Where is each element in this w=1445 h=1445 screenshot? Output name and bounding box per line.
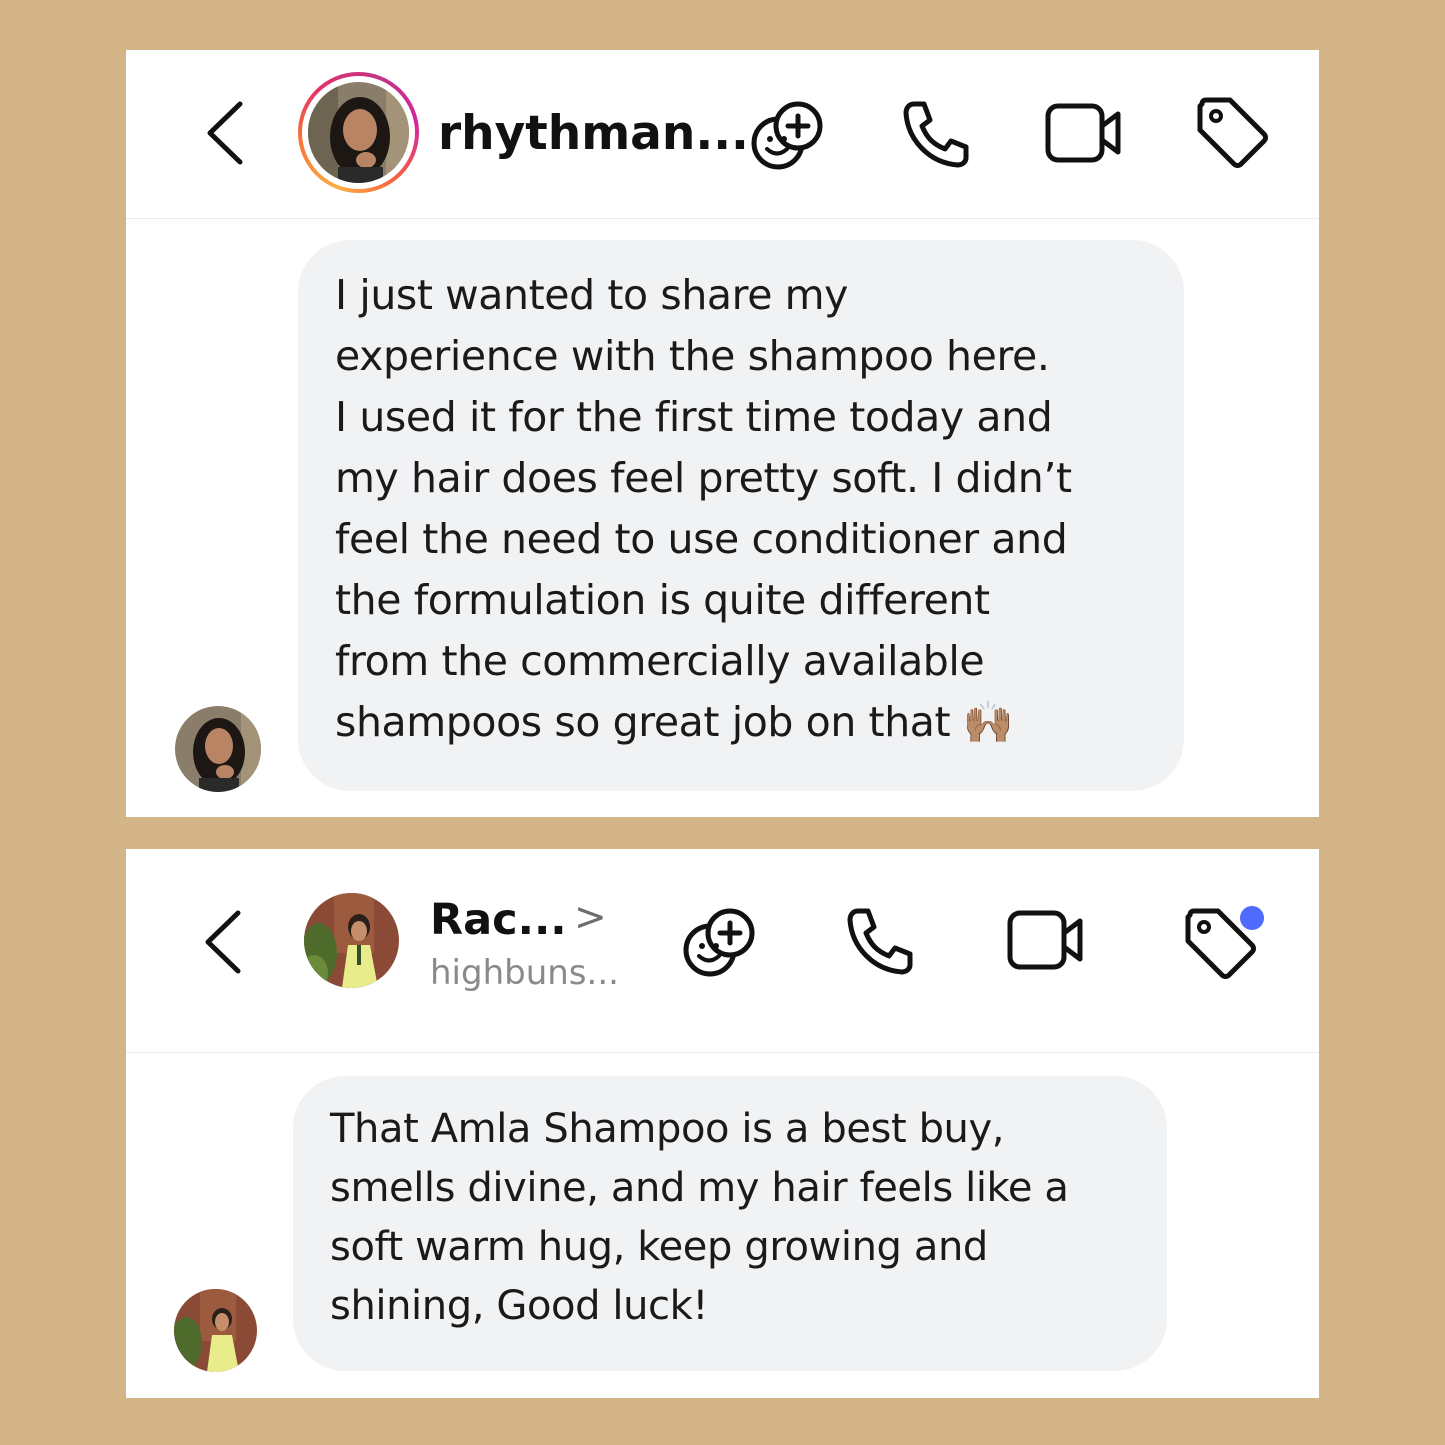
message-bubble[interactable]: I just wanted to share my experience wit… bbox=[298, 240, 1184, 791]
sticker-add-icon[interactable] bbox=[748, 96, 828, 176]
avatar bbox=[308, 82, 409, 183]
message-line: my hair does feel pretty soft. I didn’t bbox=[335, 454, 1072, 502]
video-camera-icon[interactable] bbox=[1044, 100, 1124, 166]
chevron-left-icon[interactable] bbox=[200, 909, 244, 975]
message-bubble[interactable]: That Amla Shampoo is a best buy, smells … bbox=[293, 1076, 1167, 1371]
message-line: That Amla Shampoo is a best buy, bbox=[330, 1106, 1005, 1152]
avatar[interactable] bbox=[304, 893, 399, 988]
message-line: shampoos so great job on that 🙌🏽 bbox=[335, 698, 1014, 746]
message-line: soft warm hug, keep growing and bbox=[330, 1224, 988, 1270]
sticker-add-icon[interactable] bbox=[680, 903, 760, 983]
message-line: shining, Good luck! bbox=[330, 1283, 709, 1329]
chat-card-1: rhythman... I just wanted to share my ex… bbox=[126, 50, 1319, 817]
message-line: feel the need to use conditioner and bbox=[335, 515, 1068, 563]
chat-header: rhythman... bbox=[126, 50, 1319, 219]
video-camera-icon[interactable] bbox=[1006, 907, 1086, 973]
tag-icon[interactable] bbox=[1194, 94, 1270, 170]
message-line: I just wanted to share my bbox=[335, 271, 849, 319]
phone-icon[interactable] bbox=[900, 98, 972, 170]
story-ring[interactable] bbox=[298, 72, 419, 193]
message-line: experience with the shampoo here. bbox=[335, 332, 1050, 380]
sender-avatar[interactable] bbox=[174, 1289, 257, 1372]
chevron-right-icon[interactable]: > bbox=[574, 895, 607, 940]
chat-header: Rac... > highbuns... bbox=[126, 849, 1319, 1053]
message-line: smells divine, and my hair feels like a bbox=[330, 1165, 1069, 1211]
contact-subtitle: highbuns... bbox=[430, 953, 619, 993]
chevron-left-icon[interactable] bbox=[202, 100, 246, 166]
chat-card-2: Rac... > highbuns... That Amla Shampoo i… bbox=[126, 849, 1319, 1398]
message-line: I used it for the first time today and bbox=[335, 393, 1053, 441]
message-line: the formulation is quite different bbox=[335, 576, 990, 624]
sender-avatar[interactable] bbox=[175, 706, 261, 792]
notification-dot bbox=[1240, 906, 1264, 930]
contact-name[interactable]: Rac... bbox=[430, 895, 567, 945]
message-line: from the commercially available bbox=[335, 637, 985, 685]
username[interactable]: rhythman... bbox=[438, 106, 749, 161]
phone-icon[interactable] bbox=[844, 905, 916, 977]
